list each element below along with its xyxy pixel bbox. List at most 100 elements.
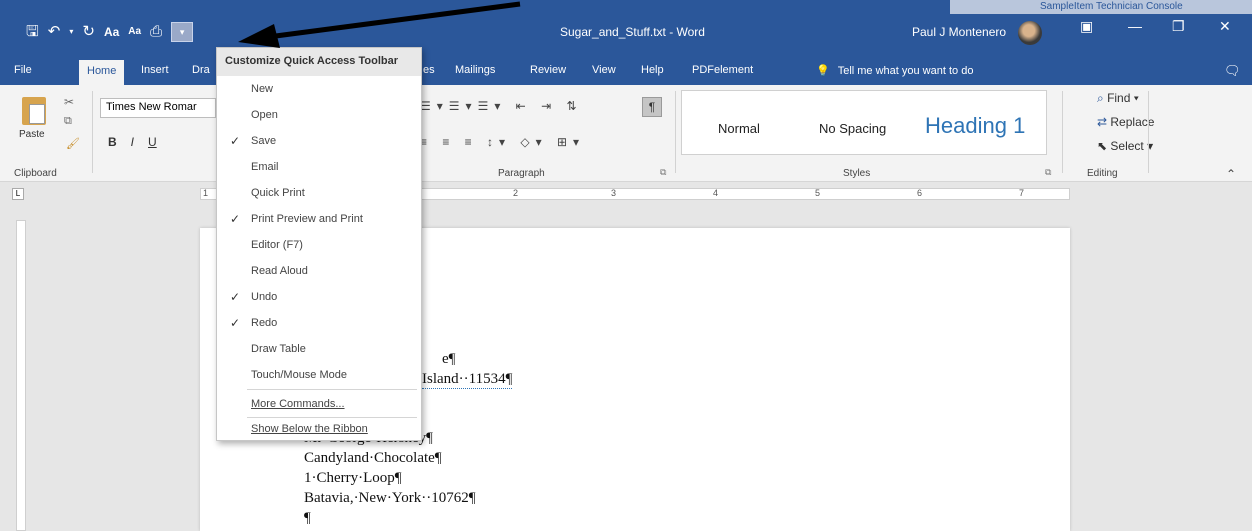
styles-launcher-icon[interactable]: ⧉	[1045, 167, 1051, 178]
ribbon: Paste ✂ ⧉ 🖌 Clipboard Times New Romar B …	[0, 85, 1252, 182]
tab-references[interactable]: es	[423, 64, 435, 76]
font-name-input[interactable]: Times New Romar	[100, 98, 216, 118]
title-bar: SampleItem Technician Console 🖫 ↶ ▾ ↻ Aa…	[0, 0, 1252, 57]
undo-dropdown-icon[interactable]: ▾	[69, 24, 73, 40]
style-heading1[interactable]: Heading 1	[925, 113, 1025, 139]
cut-icon[interactable]: ✂	[64, 95, 74, 109]
word-window: SampleItem Technician Console 🖫 ↶ ▾ ↻ Aa…	[0, 0, 1252, 531]
tab-file[interactable]: File	[14, 64, 32, 76]
menu-item-label: Draw Table	[251, 343, 306, 355]
restore-icon[interactable]: ❐	[1172, 18, 1185, 35]
shrink-font-button[interactable]: Aa	[128, 24, 141, 40]
menu-item-label: Editor (F7)	[251, 239, 303, 251]
select-button[interactable]: ⬉ Select ▾	[1097, 139, 1153, 153]
cursor-icon: ⬉	[1097, 139, 1111, 153]
menu-item-new[interactable]: New	[217, 76, 421, 102]
avatar[interactable]	[1018, 21, 1042, 45]
tab-draw[interactable]: Dra	[192, 64, 210, 76]
format-painter-icon[interactable]: 🖌	[66, 137, 80, 150]
style-no-spacing[interactable]: No Spacing	[819, 121, 886, 136]
ruler-mark: 7	[1019, 188, 1025, 198]
background-window-title: SampleItem Technician Console	[1040, 1, 1183, 12]
menu-item-label: Quick Print	[251, 187, 305, 199]
grow-font-button[interactable]: Aa	[104, 24, 119, 40]
menu-item-redo[interactable]: ✓ Redo	[217, 310, 421, 336]
tab-view[interactable]: View	[592, 64, 616, 76]
menu-item-undo[interactable]: ✓ Undo	[217, 284, 421, 310]
document-line: Batavia,·New·York··10762¶	[304, 490, 476, 506]
user-name[interactable]: Paul J Montenero	[912, 25, 1006, 39]
print-preview-icon[interactable]: ⎙	[150, 24, 162, 40]
bold-button[interactable]: B	[108, 135, 117, 149]
menu-header: Customize Quick Access Toolbar	[217, 48, 421, 76]
paste-button-label[interactable]: Paste	[19, 129, 45, 140]
font-format-buttons: B I U	[108, 135, 157, 149]
document-line: e¶	[442, 351, 456, 367]
document-title: Sugar_and_Stuff.txt - Word	[560, 25, 705, 39]
customize-qat-button[interactable]: ▾	[171, 22, 194, 42]
paragraph-group-label: Paragraph	[498, 168, 545, 179]
list-buttons[interactable]: ☰▾☰▾☰▾ ⇤ ⇥ ⇅	[420, 99, 583, 113]
document-line: Candyland·Chocolate¶	[304, 450, 442, 466]
group-divider	[1148, 91, 1149, 173]
menu-item-open[interactable]: Open	[217, 102, 421, 128]
menu-item-show-below[interactable]: Show Below the Ribbon	[217, 416, 421, 442]
ruler-mark: 6	[917, 188, 923, 198]
tab-insert[interactable]: Insert	[141, 64, 169, 76]
menu-item-touch-mouse-mode[interactable]: Touch/Mouse Mode	[217, 362, 421, 388]
ruler-mark: 3	[611, 188, 617, 198]
close-icon[interactable]: ✕	[1219, 18, 1231, 35]
menu-item-draw-table[interactable]: Draw Table	[217, 336, 421, 362]
tab-review[interactable]: Review	[530, 64, 566, 76]
tab-pdfelement[interactable]: PDFelement	[692, 64, 753, 76]
menu-item-print-preview-and-print[interactable]: ✓ Print Preview and Print	[217, 206, 421, 232]
find-button[interactable]: ⌕ Find ▾	[1097, 91, 1139, 106]
save-icon[interactable]: 🖫	[26, 24, 39, 40]
ruler-mark: 2	[513, 188, 519, 198]
tab-selector[interactable]: L	[12, 188, 24, 200]
menu-item-more-commands[interactable]: More Commands...	[217, 391, 421, 417]
show-formatting-button[interactable]: ¶	[642, 97, 662, 117]
menu-item-email[interactable]: Email	[217, 154, 421, 180]
paste-icon[interactable]	[22, 97, 46, 125]
alignment-buttons[interactable]: ≡ ≡ ≡ ↕▾ ◇▾ ⊞▾	[420, 135, 585, 149]
comments-icon[interactable]: 🗨	[1224, 63, 1241, 79]
tell-me-input[interactable]: 💡 Tell me what you want to do	[816, 64, 973, 77]
minimize-icon[interactable]: —	[1128, 18, 1142, 34]
check-icon: ✓	[230, 134, 241, 148]
menu-item-read-aloud[interactable]: Read Aloud	[217, 258, 421, 284]
document-line: 1·Cherry·Loop¶	[304, 470, 402, 486]
tab-help[interactable]: Help	[641, 64, 664, 76]
customize-qat-menu: Customize Quick Access Toolbar New Open ✓ S…	[216, 47, 422, 441]
tab-home[interactable]: Home	[79, 60, 125, 85]
annotation-arrow	[238, 1, 521, 48]
document-line: Island··11534¶	[422, 371, 513, 389]
paragraph-launcher-icon[interactable]: ⧉	[660, 167, 666, 178]
italic-button[interactable]: I	[131, 135, 134, 149]
lightbulb-icon: 💡	[816, 65, 830, 77]
check-icon: ✓	[230, 290, 241, 304]
style-normal[interactable]: Normal	[718, 121, 760, 136]
menu-divider	[247, 389, 417, 390]
ribbon-display-options-icon[interactable]: ▣	[1080, 18, 1093, 35]
replace-button[interactable]: ⇄ Replace	[1097, 115, 1154, 129]
redo-icon[interactable]: ↻	[82, 24, 95, 40]
underline-button[interactable]: U	[148, 135, 157, 149]
menu-item-quick-print[interactable]: Quick Print	[217, 180, 421, 206]
tab-mailings[interactable]: Mailings	[455, 64, 495, 76]
menu-item-save[interactable]: ✓ Save	[217, 128, 421, 154]
more-commands-label: More Commands...	[251, 398, 345, 410]
undo-icon[interactable]: ↶	[48, 24, 61, 40]
vertical-ruler[interactable]	[16, 220, 26, 531]
menu-item-label: Read Aloud	[251, 265, 308, 277]
ruler-mark: 5	[815, 188, 821, 198]
ruler-mark: 1	[203, 188, 209, 198]
menu-item-label: Print Preview and Print	[251, 213, 363, 225]
collapse-ribbon-icon[interactable]: ⌃	[1226, 167, 1236, 181]
replace-icon: ⇄	[1097, 115, 1111, 129]
copy-icon[interactable]: ⧉	[64, 115, 72, 128]
background-window-strip: SampleItem Technician Console	[950, 0, 1252, 14]
menu-item-editor-f7[interactable]: Editor (F7)	[217, 232, 421, 258]
show-below-label: Show Below the Ribbon	[251, 423, 368, 435]
ruler-mark: 4	[713, 188, 719, 198]
